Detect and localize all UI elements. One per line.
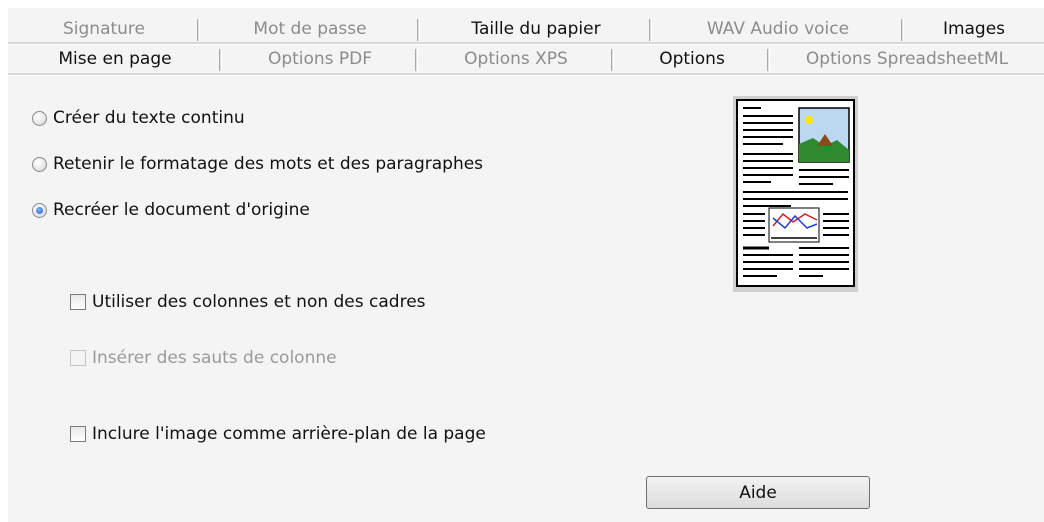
tab-label: Mise en page (58, 49, 172, 69)
dialog-panel (8, 8, 1044, 522)
checkbox-label: Inclure l'image comme arrière-plan de la… (92, 424, 486, 444)
radio-creer-texte-continu[interactable]: Créer du texte continu (32, 108, 245, 128)
tab-options-pdf[interactable]: Options PDF (222, 46, 418, 72)
checkbox-disabled (70, 350, 86, 366)
document-layout-preview-icon (733, 96, 858, 292)
tab-row-2: Mise en page Options PDF Options XPS Opt… (8, 46, 1044, 72)
tab-label: WAV Audio voice (706, 19, 850, 39)
tab-mise-en-page[interactable]: Mise en page (8, 46, 222, 72)
tab-row-divider (8, 42, 1044, 45)
tab-label: Mot de passe (253, 19, 367, 39)
radio-label: Recréer le document d'origine (53, 200, 310, 220)
tab-options-spreadsheetml[interactable]: Options SpreadsheetML (770, 46, 1044, 72)
radio-label: Créer du texte continu (53, 108, 245, 128)
checkbox-utiliser-colonnes[interactable]: Utiliser des colonnes et non des cadres (70, 292, 426, 312)
radio-button[interactable] (32, 156, 47, 172)
tab-row-1: Signature Mot de passe Taille du papier … (8, 16, 1044, 42)
tab-label: Taille du papier (471, 19, 601, 39)
checkbox[interactable] (70, 426, 86, 442)
tab-label: Signature (62, 19, 145, 39)
tab-row-divider (8, 73, 1044, 76)
tab-label: Options PDF (267, 49, 373, 69)
tab-signature[interactable]: Signature (8, 16, 200, 42)
checkbox-inserer-sauts: Insérer des sauts de colonne (70, 348, 337, 368)
help-button-label: Aide (739, 482, 777, 503)
tab-wav-audio-voice[interactable]: WAV Audio voice (652, 16, 904, 42)
checkbox-label: Utiliser des colonnes et non des cadres (92, 292, 426, 312)
tab-label: Options SpreadsheetML (805, 49, 1009, 69)
checkbox-label: Insérer des sauts de colonne (92, 348, 337, 368)
tab-label: Options XPS (464, 49, 568, 69)
radio-button[interactable] (32, 110, 47, 126)
radio-label: Retenir le formatage des mots et des par… (53, 154, 484, 174)
tab-label: Images (942, 19, 1006, 39)
tab-label: Options (659, 49, 725, 69)
tab-options[interactable]: Options (614, 46, 770, 72)
checkbox[interactable] (70, 294, 86, 310)
checkbox-inclure-image[interactable]: Inclure l'image comme arrière-plan de la… (70, 424, 486, 444)
tab-options-xps[interactable]: Options XPS (418, 46, 614, 72)
help-button[interactable]: Aide (646, 476, 870, 509)
tab-images[interactable]: Images (904, 16, 1044, 42)
radio-button-selected[interactable] (32, 202, 47, 218)
radio-recreer-document[interactable]: Recréer le document d'origine (32, 200, 310, 220)
tab-taille-du-papier[interactable]: Taille du papier (420, 16, 652, 42)
radio-retenir-formatage[interactable]: Retenir le formatage des mots et des par… (32, 154, 483, 174)
tab-mot-de-passe[interactable]: Mot de passe (200, 16, 420, 42)
document-preview-graphic (736, 99, 855, 287)
